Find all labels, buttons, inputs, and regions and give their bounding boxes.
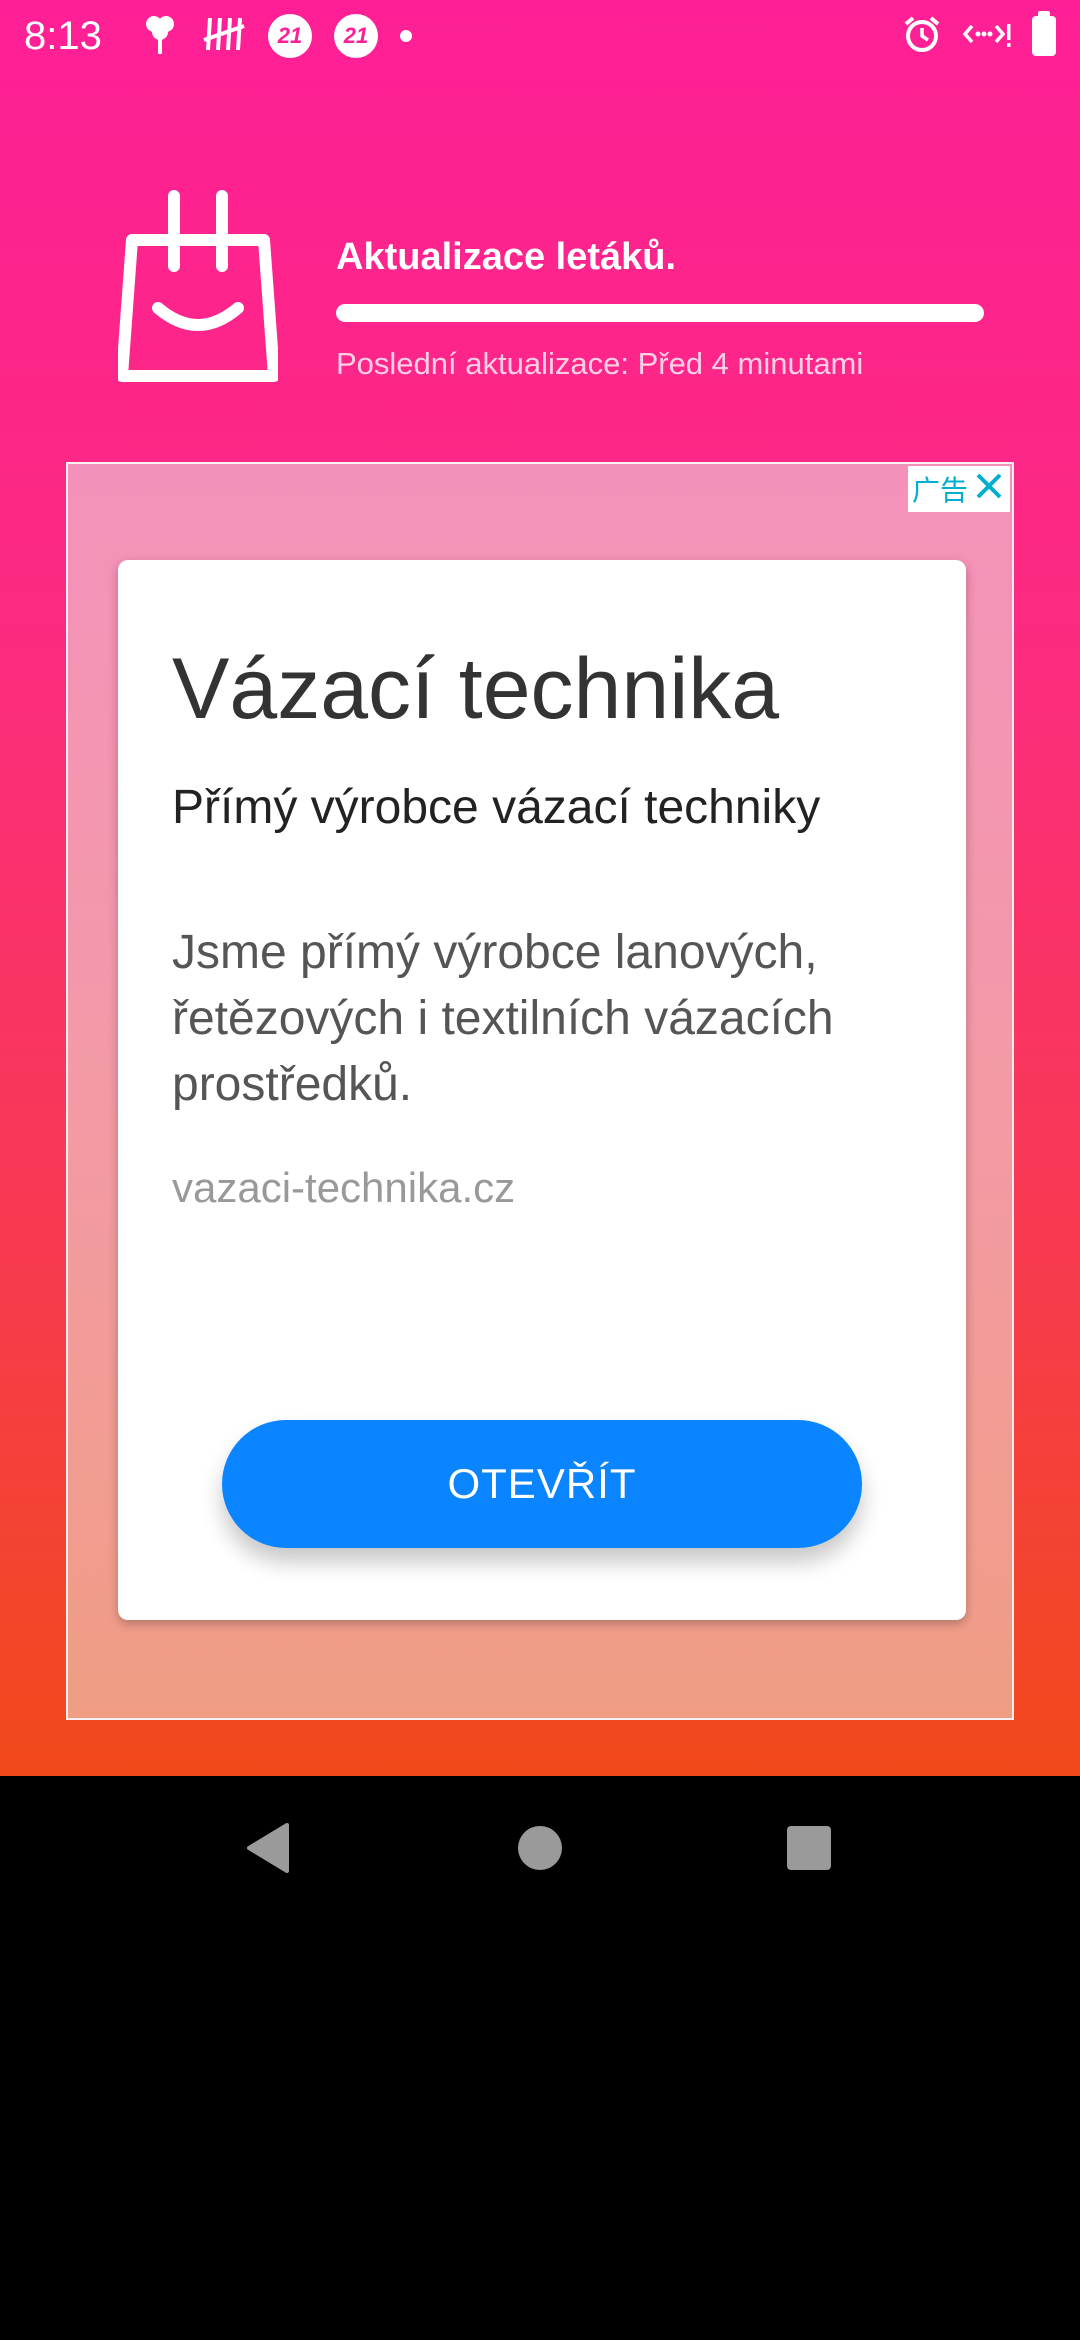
data-saver-icon [962, 14, 1012, 59]
ad-url[interactable]: vazaci-technika.cz [172, 1164, 515, 1212]
system-icons [902, 11, 1056, 59]
update-progress-bar [336, 304, 984, 322]
tally-icon [202, 12, 246, 61]
status-bar: 8:13 21 21 [0, 0, 1080, 72]
badge-21-icon: 21 [268, 14, 312, 58]
ad-label: 广告 [911, 475, 968, 506]
screen: 8:13 21 21 Aktualizace letáků. Poslední … [0, 0, 1080, 2340]
close-icon[interactable] [974, 471, 1004, 508]
badge-21-icon: 21 [334, 14, 378, 58]
ad-choices-badge[interactable]: 广告 [907, 466, 1010, 512]
bouquet-icon [140, 12, 180, 61]
navigation-bar [0, 1776, 1080, 1920]
battery-icon [1032, 11, 1056, 56]
progress-fill [336, 304, 984, 322]
ad-banner[interactable]: 广告 Vázací technika Přímý výrobce vázací … [66, 462, 1014, 1720]
back-icon[interactable] [208, 1776, 328, 1920]
shopping-bag-smile-icon [116, 190, 280, 390]
home-icon[interactable] [480, 1776, 600, 1920]
notification-icons: 21 21 [140, 14, 412, 58]
ad-headline: Vázací technika [172, 641, 780, 737]
ad-description: Jsme přímý výrobce lanových, řetězových … [172, 926, 834, 1111]
last-update-text: Poslední aktualizace: Před 4 minutami [336, 346, 864, 381]
dot-icon [400, 30, 412, 42]
open-button[interactable]: OTEVŘÍT [222, 1420, 862, 1548]
recents-icon[interactable] [749, 1776, 869, 1920]
ad-card[interactable]: Vázací technika Přímý výrobce vázací tec… [118, 560, 966, 1620]
ad-subheadline: Přímý výrobce vázací techniky [172, 781, 821, 834]
status-time: 8:13 [24, 14, 102, 58]
update-title: Aktualizace letáků. [336, 236, 677, 278]
alarm-icon [902, 14, 942, 59]
